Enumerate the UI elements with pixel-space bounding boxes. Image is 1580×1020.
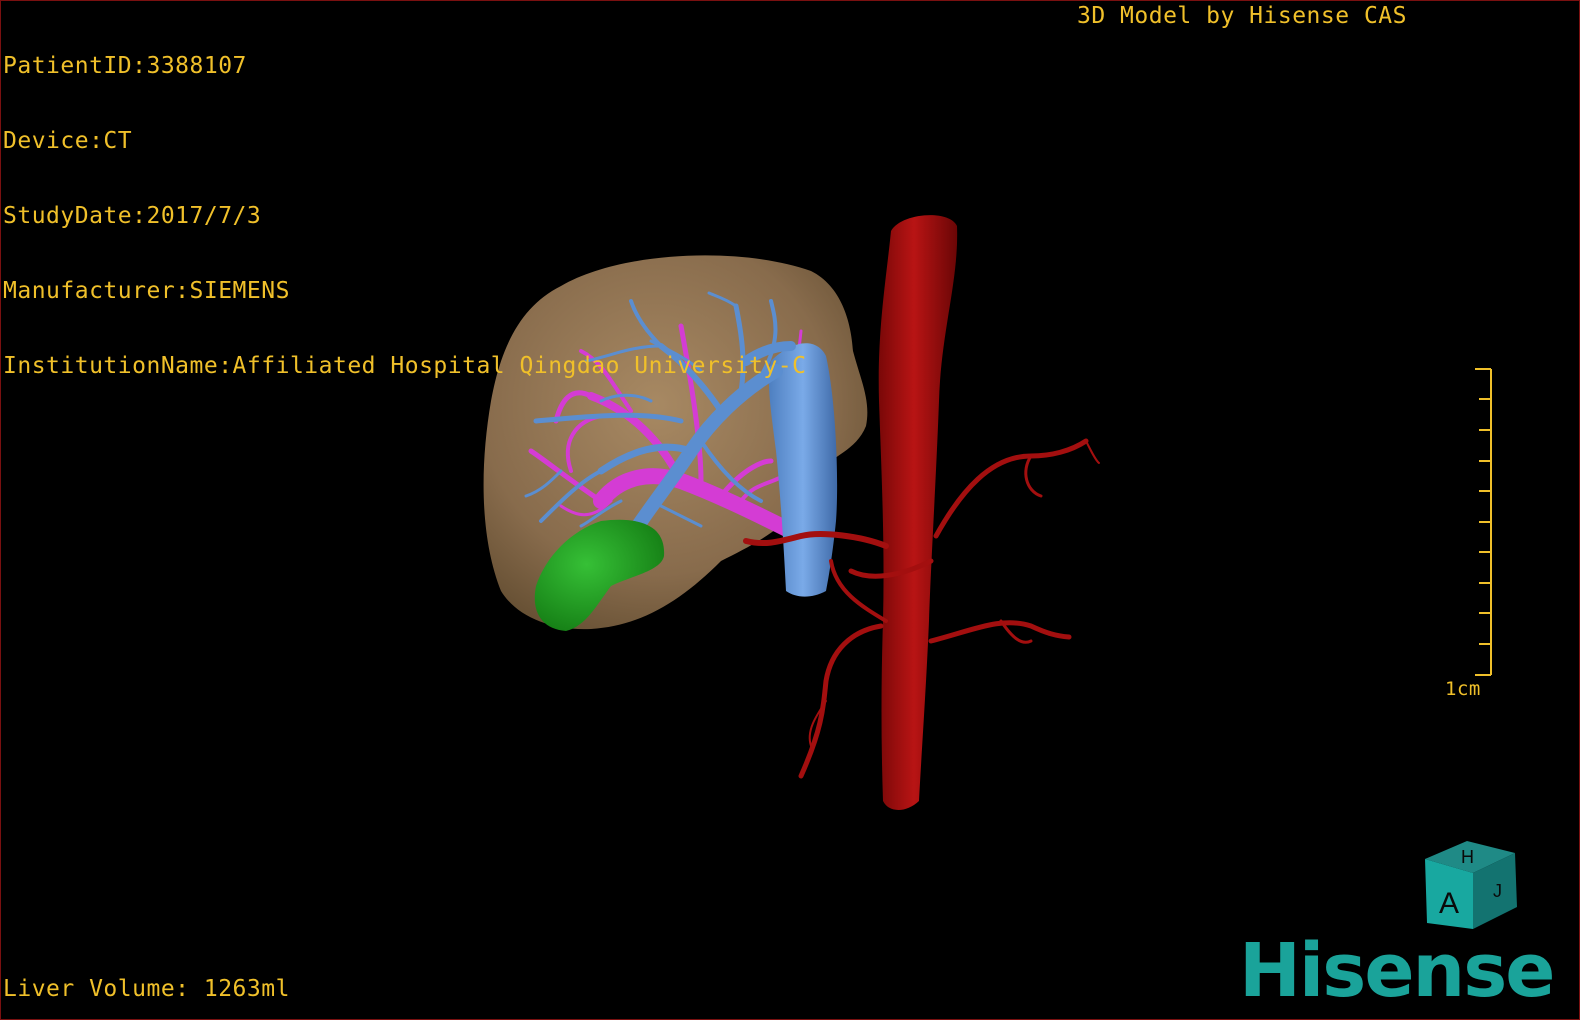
model-credit-text: 3D Model by Hisense CAS [1077,3,1407,29]
institution-text: InstitutionName:Affiliated Hospital Qing… [3,353,807,379]
cube-front-letter: A [1439,887,1459,920]
liver-volume-text: Liver Volume: 1263ml [3,976,290,1002]
cube-top-letter: H [1461,847,1474,867]
hisense-logo: Hisense [1239,928,1555,1014]
scale-bar-label: 1cm [1445,678,1481,700]
patient-id-text: PatientID:3388107 [3,53,247,79]
dicom-info-overlay: PatientID:3388107 Device:CT StudyDate:20… [3,4,806,429]
manufacturer-text: Manufacturer:SIEMENS [3,278,290,304]
cube-side-letter: J [1493,881,1502,901]
orientation-cube-icon[interactable]: H A J [1419,837,1523,933]
study-date-text: StudyDate:2017/7/3 [3,203,262,229]
scale-bar [1475,368,1492,676]
device-text: Device:CT [3,128,133,154]
3d-viewport[interactable]: PatientID:3388107 Device:CT StudyDate:20… [0,0,1580,1020]
